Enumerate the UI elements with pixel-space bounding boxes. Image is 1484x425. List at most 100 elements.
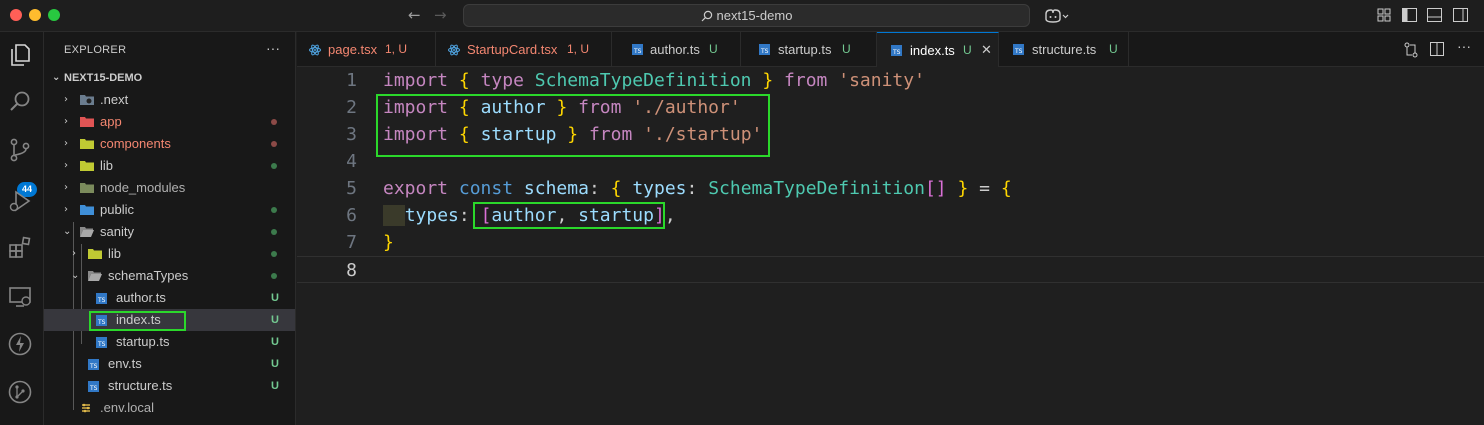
search-icon[interactable] <box>7 89 33 115</box>
search-icon <box>701 10 712 22</box>
title-bar: ← → next15-demo <box>0 0 1484 32</box>
tab-status: U <box>709 42 718 56</box>
typescript-file-icon: TS <box>96 337 107 348</box>
minimize-window-button[interactable] <box>29 9 41 21</box>
customize-layout-icon[interactable] <box>1377 8 1391 22</box>
tab-label: author.ts <box>650 42 700 57</box>
tree-item-next[interactable]: › .next <box>44 89 295 111</box>
svg-text:TS: TS <box>89 363 98 370</box>
chevron-right-icon: › <box>64 116 68 127</box>
code-token: : <box>686 178 709 199</box>
folder-public-icon <box>80 205 94 215</box>
status-dot <box>271 207 277 213</box>
lightning-icon[interactable] <box>7 331 33 357</box>
code-line[interactable]: 7} <box>297 229 1484 256</box>
code-token: } <box>383 232 394 253</box>
code-token: import <box>383 70 449 91</box>
tab-startupcard-tsx[interactable]: StartupCard.tsx 1, U <box>436 32 612 67</box>
code-token <box>383 205 405 226</box>
split-editor-icon[interactable] <box>1430 42 1444 56</box>
tab-index-ts[interactable]: TS index.ts U ✕ <box>877 32 999 68</box>
code-line[interactable]: 5 export const schema: { types: SchemaTyp… <box>297 175 1484 202</box>
command-center-search[interactable]: next15-demo <box>463 4 1030 27</box>
more-actions-icon[interactable]: ··· <box>266 40 280 56</box>
run-debug-icon[interactable] <box>7 188 33 214</box>
tree-item-startup-ts[interactable]: TS startup.ts U <box>44 331 295 353</box>
react-file-icon <box>309 44 321 56</box>
code-token: , <box>664 205 676 226</box>
tree-item-label: author.ts <box>116 290 166 305</box>
status-dot <box>271 163 277 169</box>
code-token: { <box>610 178 622 199</box>
line-number: 2 <box>346 97 357 118</box>
react-file-icon <box>448 44 460 56</box>
svg-text:TS: TS <box>760 48 769 55</box>
maximize-window-button[interactable] <box>48 9 60 21</box>
code-token: { <box>1000 178 1012 199</box>
tree-item-schematypes[interactable]: ⌄ schemaTypes <box>44 265 295 287</box>
toggle-primary-sidebar-icon[interactable] <box>1402 8 1417 22</box>
tree-item-node-modules[interactable]: › node_modules <box>44 177 295 199</box>
tree-item-components[interactable]: › components <box>44 133 295 155</box>
forward-arrow-icon[interactable]: → <box>434 6 447 24</box>
close-tab-icon[interactable]: ✕ <box>981 33 992 68</box>
remote-explorer-icon[interactable] <box>7 284 33 310</box>
copilot-icon[interactable] <box>1043 8 1069 24</box>
open-changes-icon[interactable] <box>1403 42 1419 58</box>
code-token: SchemaTypeDefinition <box>534 70 752 91</box>
close-window-button[interactable] <box>10 9 22 21</box>
code-token: = <box>968 178 1001 199</box>
tree-item-label: app <box>100 114 122 129</box>
tab-startup-ts[interactable]: TS startup.ts U <box>741 32 877 67</box>
tree-item-env-local[interactable]: .env.local <box>44 397 295 419</box>
extensions-icon[interactable] <box>7 235 33 261</box>
git-graph-icon[interactable] <box>7 379 33 405</box>
toggle-secondary-sidebar-icon[interactable] <box>1453 8 1468 22</box>
code-line[interactable]: 1 import { type SchemaTypeDefinition } fr… <box>297 67 1484 94</box>
more-actions-icon[interactable]: ··· <box>1457 38 1471 54</box>
project-folder[interactable]: ⌄ NEXT15-DEMO <box>44 67 295 89</box>
files-icon[interactable] <box>7 42 33 68</box>
tree-item-app[interactable]: › app <box>44 111 295 133</box>
svg-text:TS: TS <box>97 297 106 304</box>
untracked-status: U <box>271 336 279 348</box>
code-line[interactable]: 8 <box>297 256 1484 283</box>
toggle-panel-icon[interactable] <box>1427 8 1442 22</box>
line-number: 4 <box>346 151 357 172</box>
code-token: from <box>784 70 828 91</box>
tree-item-label: lib <box>108 246 122 261</box>
back-arrow-icon[interactable]: ← <box>408 6 421 24</box>
tree-item-public[interactable]: › public <box>44 199 295 221</box>
tree-item-sanity[interactable]: ⌄ sanity <box>44 221 295 243</box>
tree-item-lib[interactable]: › lib <box>44 155 295 177</box>
settings-file-icon <box>82 403 90 413</box>
tab-label: page.tsx <box>328 42 378 57</box>
code-editor[interactable]: 1 import { type SchemaTypeDefinition } fr… <box>297 67 1484 425</box>
source-control-icon[interactable] <box>7 137 33 163</box>
tree-item-sanity-lib[interactable]: › lib <box>44 243 295 265</box>
tab-page-tsx[interactable]: page.tsx 1, U <box>297 32 436 67</box>
tree-item-label: startup.ts <box>116 334 170 349</box>
code-text: export const schema: { types: SchemaType… <box>383 175 1012 202</box>
svg-text:TS: TS <box>97 341 106 348</box>
tree-item-structure-ts[interactable]: TS structure.ts U <box>44 375 295 397</box>
folder-next-icon <box>80 95 94 105</box>
chevron-right-icon: › <box>64 160 68 171</box>
untracked-status: U <box>271 314 279 326</box>
tree-item-author-ts[interactable]: TS author.ts U <box>44 287 295 309</box>
code-token: { <box>458 70 470 91</box>
tree-item-env-ts[interactable]: TS env.ts U <box>44 353 295 375</box>
code-token: : <box>588 178 611 199</box>
tab-label: index.ts <box>910 43 955 58</box>
explorer-title: EXPLORER <box>64 44 127 56</box>
tab-structure-ts[interactable]: TS structure.ts U <box>999 32 1129 67</box>
tab-author-ts[interactable]: TS author.ts U <box>612 32 741 67</box>
folder-components-icon <box>80 139 94 149</box>
status-dot <box>271 141 277 147</box>
highlight-box <box>89 311 186 331</box>
search-text: next15-demo <box>716 8 793 23</box>
